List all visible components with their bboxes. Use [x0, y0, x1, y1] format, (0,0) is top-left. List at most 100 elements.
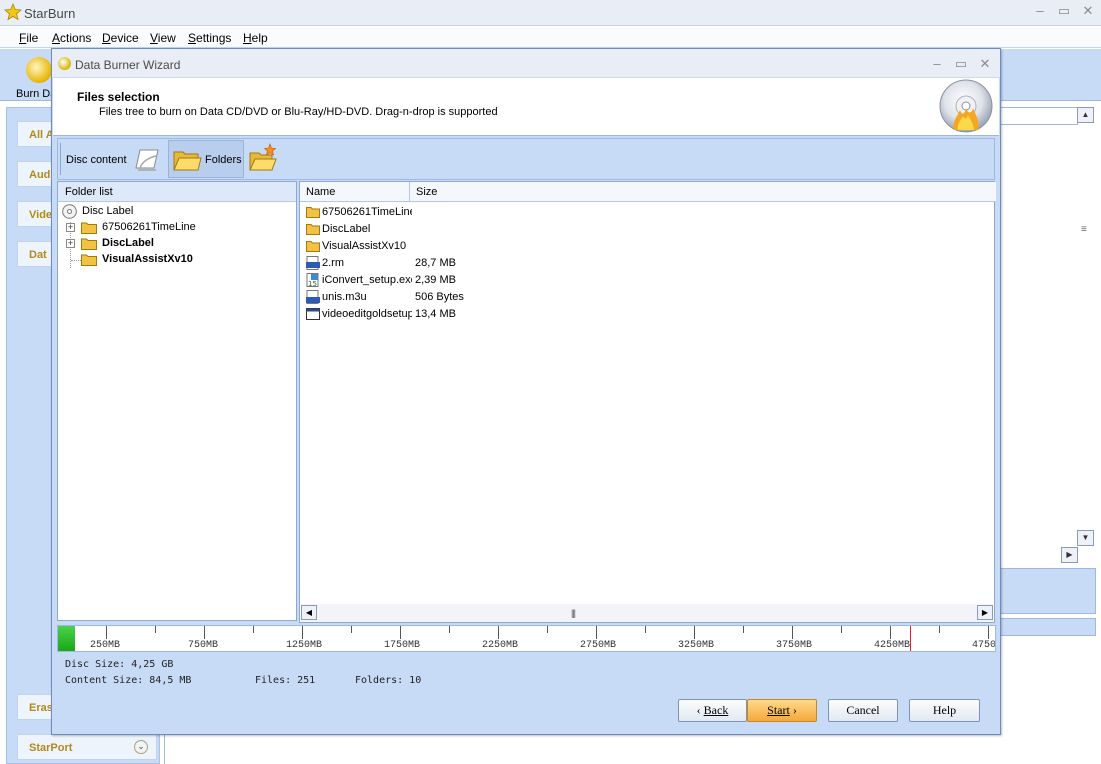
file-row[interactable]: unis.m3u 506 Bytes: [306, 289, 606, 306]
expand-icon[interactable]: +: [66, 239, 75, 248]
scroll-thumb-grip-icon[interactable]: |||: [571, 608, 576, 618]
column-header-size[interactable]: Size: [410, 182, 996, 202]
cancel-button[interactable]: Cancel: [828, 699, 898, 722]
close-icon[interactable]: ✕: [1081, 4, 1095, 18]
installer-file-icon: 15: [306, 273, 319, 287]
file-list-pane[interactable]: Name Size 67506261TimeLine DiscLabel Vis…: [299, 181, 996, 623]
file-name: 67506261TimeLine: [322, 206, 412, 218]
help-button[interactable]: Help: [909, 699, 980, 722]
scroll-right-icon[interactable]: ▶: [1061, 547, 1078, 563]
disc-content-icon[interactable]: [132, 144, 162, 174]
file-name: 2.rm: [322, 257, 344, 269]
folders-count-text: Folders: 10: [355, 675, 422, 686]
tree-item-disclabel[interactable]: + DiscLabel: [66, 236, 286, 252]
gauge-tick-label: 250MB: [90, 640, 121, 651]
menu-file[interactable]: File: [19, 31, 38, 45]
file-row[interactable]: DiscLabel: [306, 221, 606, 238]
gauge-tick: [498, 626, 499, 639]
file-size: 13,4 MB: [415, 308, 456, 320]
gauge-tick: [547, 626, 548, 633]
close-icon[interactable]: ✕: [978, 57, 992, 71]
file-name: unis.m3u: [322, 291, 367, 303]
horizontal-scrollbar[interactable]: ◀ ||| ▶: [301, 604, 993, 622]
step-description: Files tree to burn on Data CD/DVD or Blu…: [99, 106, 498, 118]
file-name: DiscLabel: [322, 223, 371, 235]
main-window-controls: – ▭ ✕: [1033, 4, 1095, 18]
tree-item-timeline[interactable]: + 67506261TimeLine: [66, 220, 286, 236]
minimize-icon[interactable]: –: [1033, 4, 1047, 18]
menu-actions[interactable]: Actions: [52, 31, 91, 45]
gauge-tick-label: 2750MB: [580, 640, 617, 651]
minimize-icon[interactable]: –: [930, 57, 944, 71]
executable-file-icon: [306, 308, 320, 320]
gauge-tick: [106, 626, 107, 639]
gauge-tick: [155, 626, 156, 633]
wizard-app-icon: [58, 57, 71, 70]
gauge-tick: [302, 626, 303, 639]
gauge-tick: [253, 626, 254, 633]
chevron-right-icon: ›: [789, 703, 797, 717]
new-folder-icon[interactable]: [248, 143, 278, 173]
burn-disc-icon[interactable]: [26, 57, 52, 83]
tree-item-label: Disc Label: [82, 205, 134, 217]
wizard-toolbar: Disc content Folders: [57, 138, 995, 180]
step-title: Files selection: [77, 90, 160, 104]
scroll-left-icon[interactable]: ◀: [301, 605, 317, 620]
folder-open-icon: [173, 151, 202, 171]
star-app-icon: [4, 3, 22, 21]
main-lower-strip: [1000, 618, 1096, 636]
gauge-tick-label: 4250MB: [874, 640, 911, 651]
menu-settings[interactable]: Settings: [188, 31, 231, 45]
start-button[interactable]: Start ›: [747, 699, 817, 722]
maximize-icon[interactable]: ▭: [1057, 4, 1071, 18]
file-row[interactable]: videoeditgoldsetup.exe 13,4 MB: [306, 306, 606, 323]
back-button[interactable]: ‹ Back: [678, 699, 747, 722]
folder-icon: [306, 224, 320, 235]
back-label: Back: [703, 703, 729, 717]
gauge-tick: [841, 626, 842, 633]
tree-item-label: VisualAssistXv10: [102, 253, 193, 265]
file-name: VisualAssistXv10: [322, 240, 407, 252]
app-title: StarBurn: [24, 6, 76, 21]
gauge-tick: [890, 626, 891, 639]
folder-list-header: Folder list: [58, 182, 296, 202]
gauge-tick: [694, 626, 695, 639]
file-size: 28,7 MB: [415, 257, 456, 269]
folders-button[interactable]: Folders: [168, 140, 244, 178]
gauge-tick-label: 1250MB: [286, 640, 323, 651]
file-row[interactable]: 67506261TimeLine: [306, 204, 606, 221]
tree-item-visualassist[interactable]: VisualAssistXv10: [66, 252, 286, 268]
scroll-right-icon[interactable]: ▶: [977, 605, 993, 620]
expand-icon[interactable]: +: [66, 223, 75, 232]
category-starport[interactable]: StarPort ⌄: [17, 734, 157, 760]
file-row[interactable]: VisualAssistXv10: [306, 238, 606, 255]
chevron-down-icon[interactable]: ⌄: [134, 740, 148, 754]
scroll-up-icon[interactable]: ▲: [1077, 107, 1094, 123]
tree-item-disc-label[interactable]: Disc Label: [62, 204, 282, 220]
burning-disc-icon: [939, 79, 993, 133]
toolbar-separator: [60, 143, 61, 175]
gauge-tick: [743, 626, 744, 633]
tree-item-label: DiscLabel: [102, 237, 154, 249]
column-header-name[interactable]: Name: [300, 182, 410, 202]
folder-list-pane[interactable]: Folder list Disc Label + 67506261TimeLin…: [57, 181, 297, 621]
maximize-icon[interactable]: ▭: [954, 57, 968, 71]
file-row[interactable]: 15 iConvert_setup.exe 2,39 MB: [306, 272, 606, 289]
used-capacity-fill: [58, 626, 75, 651]
menu-view[interactable]: View: [150, 31, 176, 45]
disc-size-text: Disc Size: 4,25 GB: [65, 659, 174, 670]
chevron-left-icon: ‹: [696, 703, 704, 717]
file-row[interactable]: 2.rm 28,7 MB: [306, 255, 606, 272]
gauge-tick-label: 1750MB: [384, 640, 421, 651]
main-title-bar: StarBurn – ▭ ✕: [0, 0, 1101, 26]
wizard-window-controls: – ▭ ✕: [930, 57, 992, 71]
disc-content-label[interactable]: Disc content: [66, 154, 127, 166]
tree-connector: [71, 260, 81, 261]
gauge-tick: [204, 626, 205, 639]
menu-help[interactable]: Help: [243, 31, 268, 45]
file-name: iConvert_setup.exe: [322, 274, 412, 286]
menu-device[interactable]: Device: [102, 31, 139, 45]
disc-capacity-gauge: 250MB 750MB 1250MB 1750MB 2250MB 2750MB 3250MB…: [57, 625, 996, 652]
realmedia-file-icon: [306, 256, 320, 270]
scroll-down-icon[interactable]: ▼: [1077, 530, 1094, 546]
